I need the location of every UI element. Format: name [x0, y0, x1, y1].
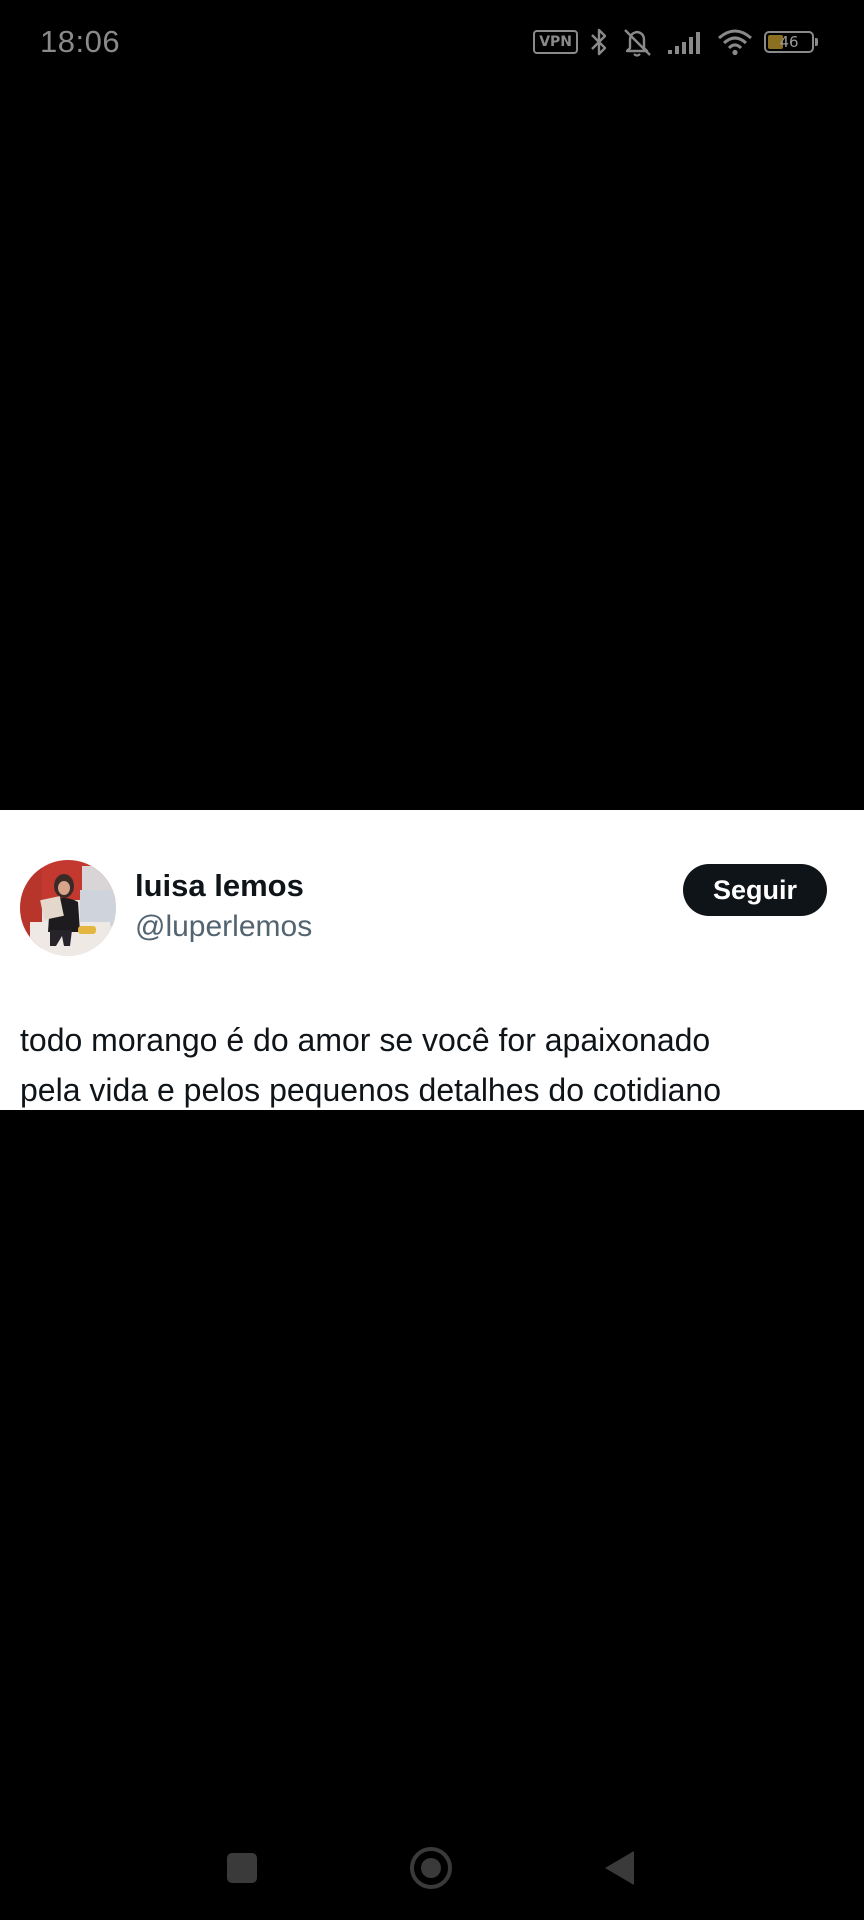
- home-icon: [410, 1847, 452, 1889]
- recents-icon: [227, 1853, 257, 1883]
- back-icon: [605, 1851, 634, 1885]
- author-handle[interactable]: @luperlemos: [135, 910, 312, 944]
- mute-icon: [624, 29, 651, 57]
- wifi-icon: [718, 29, 752, 56]
- signal-icon: [668, 32, 700, 54]
- status-time: 18:06: [40, 24, 121, 59]
- author-name[interactable]: luisa lemos: [135, 868, 304, 904]
- status-icons: VPN 46: [533, 24, 818, 60]
- bluetooth-icon: [591, 28, 607, 56]
- avatar-photo: [20, 860, 116, 956]
- follow-button[interactable]: Seguir: [683, 864, 827, 916]
- battery-level: 46: [779, 33, 799, 51]
- tweet-card: luisa lemos @luperlemos Seguir todo mora…: [0, 810, 864, 1110]
- avatar[interactable]: [20, 860, 116, 956]
- status-bar: 18:06 VPN 46: [0, 0, 864, 86]
- battery-icon: 46: [764, 31, 818, 53]
- recents-button[interactable]: [212, 1838, 272, 1898]
- navigation-bar: [0, 1820, 864, 1920]
- home-button[interactable]: [401, 1838, 461, 1898]
- back-button[interactable]: [590, 1838, 650, 1898]
- tweet-text: todo morango é do amor se você for apaix…: [20, 1022, 721, 1108]
- vpn-icon: VPN: [533, 30, 578, 54]
